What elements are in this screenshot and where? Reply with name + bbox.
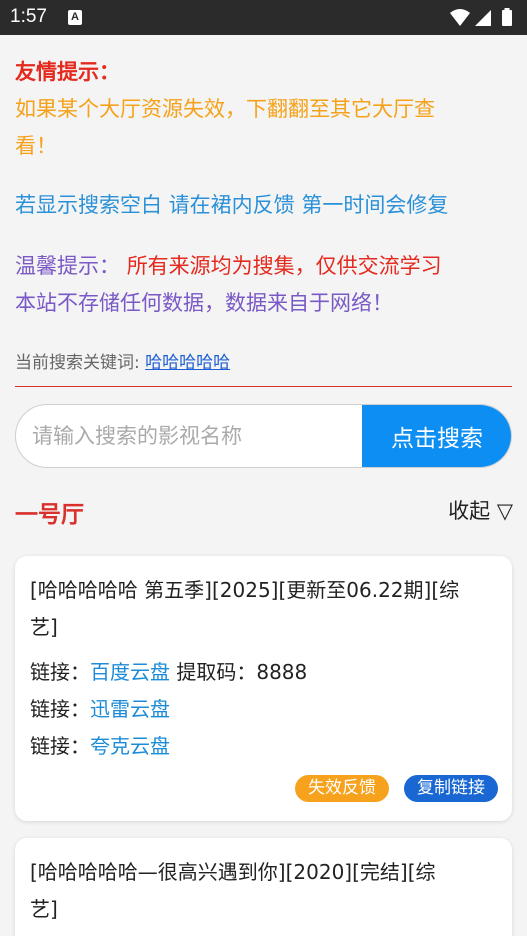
link-label: 链接： [30, 734, 90, 758]
result-title-line-2: 艺] [30, 615, 58, 639]
search-input[interactable] [16, 405, 364, 467]
wifi-signal-battery-icon [450, 8, 512, 26]
result-title-line-1: [哈哈哈哈哈 第五季][2025][更新至06.22期][综 [30, 578, 460, 602]
link-label: 链接： [30, 660, 90, 684]
status-time: 1:57 [10, 6, 47, 27]
notice-title: 友情提示： [15, 60, 120, 84]
link-row-xunlei: 链接：迅雷云盘 [30, 693, 170, 722]
result-title-line-2: 艺] [30, 897, 58, 921]
copy-link-button[interactable]: 复制链接 [404, 775, 498, 802]
notice-block: 友情提示： 如果某个大厅资源失效，下翻翻至其它大厅查 看！ [15, 54, 515, 165]
divider [15, 386, 512, 387]
result-title: [哈哈哈哈哈 第五季][2025][更新至06.22期][综 艺] [30, 572, 500, 646]
status-bar: 1:57 A [0, 0, 527, 35]
baidu-link[interactable]: 百度云盘 [90, 660, 170, 684]
warm-label: 温馨提示： [15, 254, 120, 278]
notice-line-1: 如果某个大厅资源失效，下翻翻至其它大厅查 [15, 97, 435, 121]
link-label: 链接： [30, 697, 90, 721]
collapse-toggle[interactable]: 收起 ▽ [448, 495, 513, 525]
notification-badge-icon: A [68, 10, 82, 25]
code-value: 8888 [256, 660, 308, 684]
hall-title: 一号厅 [15, 502, 84, 528]
xunlei-link[interactable]: 迅雷云盘 [90, 697, 170, 721]
warm-line-2: 本站不存储任何数据，数据来自于网络！ [15, 291, 393, 315]
link-row-quark: 链接：夸克云盘 [30, 730, 170, 759]
search-button[interactable]: 点击搜索 [362, 405, 511, 467]
status-icons [449, 7, 517, 27]
result-card: [哈哈哈哈哈—很高兴遇到你][2020][完结][综 艺] [15, 838, 512, 936]
current-keyword: 当前搜索关键词: 哈哈哈哈哈 [15, 348, 230, 373]
result-title-line-1: [哈哈哈哈哈—很高兴遇到你][2020][完结][综 [30, 860, 436, 884]
warm-notice: 温馨提示： 所有来源均为搜集，仅供交流学习 本站不存储任何数据，数据来自于网络！ [15, 248, 515, 322]
warm-text: 所有来源均为搜集，仅供交流学习 [126, 254, 442, 278]
link-row-baidu: 链接：百度云盘 提取码：8888 [30, 656, 307, 685]
quark-link[interactable]: 夸克云盘 [90, 734, 170, 758]
keyword-link[interactable]: 哈哈哈哈哈 [145, 353, 230, 373]
search-box: 点击搜索 [15, 404, 512, 468]
result-card: [哈哈哈哈哈 第五季][2025][更新至06.22期][综 艺] 链接：百度云… [15, 556, 512, 821]
result-title: [哈哈哈哈哈—很高兴遇到你][2020][完结][综 艺] [30, 854, 500, 928]
notice-line-2: 看！ [15, 134, 57, 158]
keyword-label: 当前搜索关键词: [15, 353, 146, 373]
code-label: 提取码： [170, 660, 257, 684]
report-invalid-button[interactable]: 失效反馈 [295, 775, 389, 802]
feedback-notice: 若显示搜索空白 请在裙内反馈 第一时间会修复 [15, 193, 449, 217]
